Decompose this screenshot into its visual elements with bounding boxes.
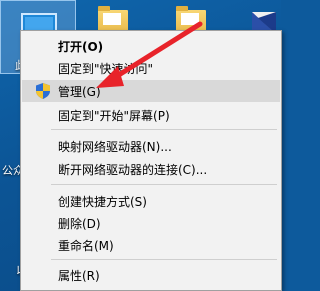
menu-item-label: 断开网络驱动器的连接(C)... (58, 163, 208, 177)
menu-item-delete[interactable]: 删除(D) (22, 212, 280, 234)
menu-item-rename[interactable]: 重命名(M) (22, 234, 280, 256)
menu-item-create-shortcut[interactable]: 创建快捷方式(S) (22, 190, 280, 212)
menu-separator (51, 184, 277, 185)
context-menu: 打开(O) 固定到"快速访问" 管理(G) 固定到"开始"屏幕(P) 映射网络驱… (20, 30, 282, 291)
menu-item-label: 删除(D) (58, 217, 101, 231)
menu-item-label: 固定到"快速访问" (58, 62, 154, 76)
menu-item-pin-start[interactable]: 固定到"开始"屏幕(P) (22, 104, 280, 126)
menu-item-label: 打开(O) (58, 40, 104, 54)
menu-item-properties[interactable]: 属性(R) (22, 264, 280, 286)
uac-shield-icon (36, 83, 50, 99)
menu-item-label: 管理(G) (58, 85, 101, 99)
menu-item-map-network-drive[interactable]: 映射网络驱动器(N)... (22, 135, 280, 157)
menu-separator (51, 259, 277, 260)
menu-item-label: 重命名(M) (58, 239, 114, 253)
menu-item-open[interactable]: 打开(O) (22, 35, 280, 57)
menu-item-label: 映射网络驱动器(N)... (58, 140, 172, 154)
menu-item-manage[interactable]: 管理(G) (22, 80, 280, 102)
menu-item-label: 属性(R) (58, 269, 100, 283)
menu-item-label: 固定到"开始"屏幕(P) (58, 109, 170, 123)
menu-item-disconnect-network-drive[interactable]: 断开网络驱动器的连接(C)... (22, 158, 280, 180)
menu-separator (51, 129, 277, 130)
menu-item-label: 创建快捷方式(S) (58, 195, 147, 209)
menu-item-pin-quick-access[interactable]: 固定到"快速访问" (22, 57, 280, 79)
